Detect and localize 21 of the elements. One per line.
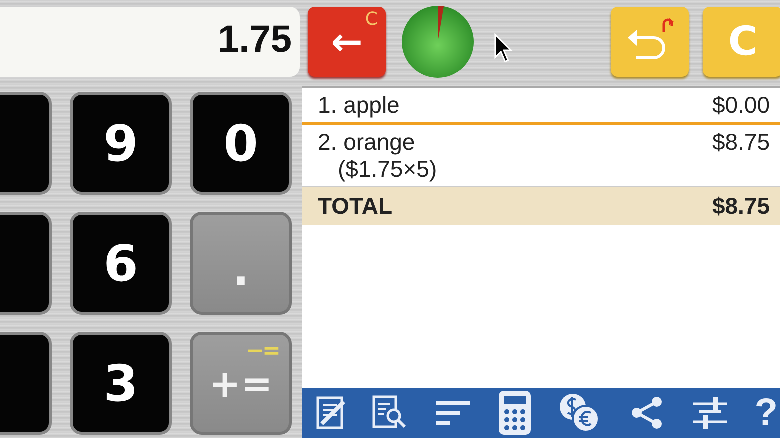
mouse-cursor-icon [494, 33, 514, 65]
settings-sliders-icon[interactable] [690, 395, 729, 431]
help-button[interactable]: ? [754, 392, 778, 434]
total-amount: $8.75 [712, 193, 770, 220]
item-detail: ($1.75×5) [337, 156, 438, 183]
keypad-key[interactable]: 0 [190, 92, 292, 195]
display-field: 1.75 [0, 7, 300, 77]
keypad-key[interactable]: 9 [70, 92, 172, 195]
keypad-key[interactable]: 6 [70, 212, 172, 315]
document-search-icon[interactable] [372, 395, 408, 431]
item-name: 1. apple [318, 92, 400, 119]
item-price: $8.75 [712, 129, 770, 156]
order-item[interactable]: 1. apple $0.00 [302, 88, 780, 125]
keypad-key[interactable]: 3 [70, 332, 172, 435]
edit-document-icon[interactable] [316, 396, 346, 430]
sort-icon[interactable] [434, 399, 472, 427]
item-price: $0.00 [712, 92, 770, 119]
calculator-icon[interactable] [498, 390, 532, 436]
pie-chart-icon [402, 6, 474, 78]
item-name: 2. orange [318, 129, 416, 156]
total-label: TOTAL [318, 193, 393, 220]
